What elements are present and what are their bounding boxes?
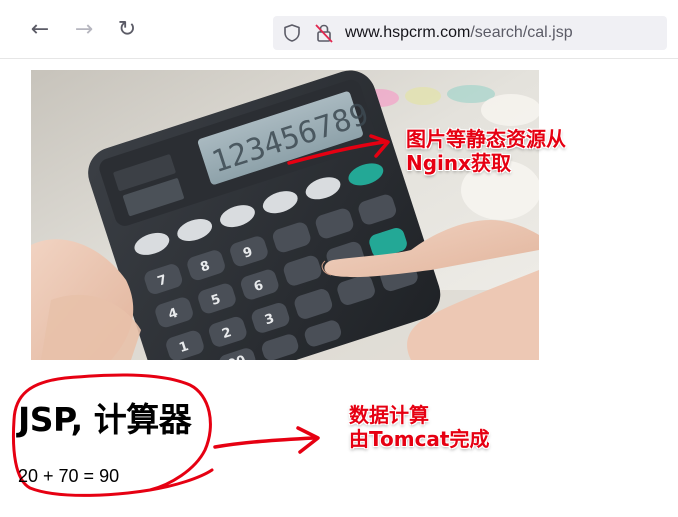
annotation-line: 数据计算 [349,403,429,427]
compute-annotation: 数据计算 由Tomcat完成 [349,403,489,451]
url-path: /search/cal.jsp [470,24,573,41]
arrow-right-icon: → [74,17,94,42]
browser-toolbar: ← → ↻ www.hspcrm.com/search/cal.jsp [0,0,678,59]
page-title: JSP, 计算器 [18,400,192,439]
calculator-image: 123456789 789 456 123 [31,70,539,360]
reload-icon: ↻ [117,17,137,42]
annotation-line: 图片等静态资源从 [406,127,566,151]
back-button[interactable]: ← [26,16,54,44]
annotation-line: 由Tomcat完成 [349,427,490,451]
url-text[interactable]: www.hspcrm.com/search/cal.jsp [345,24,573,42]
calculation-result: 20 + 70 = 90 [18,466,120,486]
address-bar[interactable]: www.hspcrm.com/search/cal.jsp [273,16,667,50]
url-host: www.hspcrm.com [345,24,471,41]
forward-button[interactable]: → [70,16,98,44]
tracking-protection-shield-icon[interactable] [282,23,302,43]
arrow-left-icon: ← [30,17,50,42]
annotation-line: Nginx获取 [406,151,512,175]
reload-button[interactable]: ↻ [113,16,141,44]
static-resource-annotation: 图片等静态资源从 Nginx获取 [406,127,566,175]
insecure-lock-icon[interactable] [313,22,335,44]
browser-viewport: ← → ↻ www.hspcrm.com/search/cal.jsp 1234… [0,0,678,517]
